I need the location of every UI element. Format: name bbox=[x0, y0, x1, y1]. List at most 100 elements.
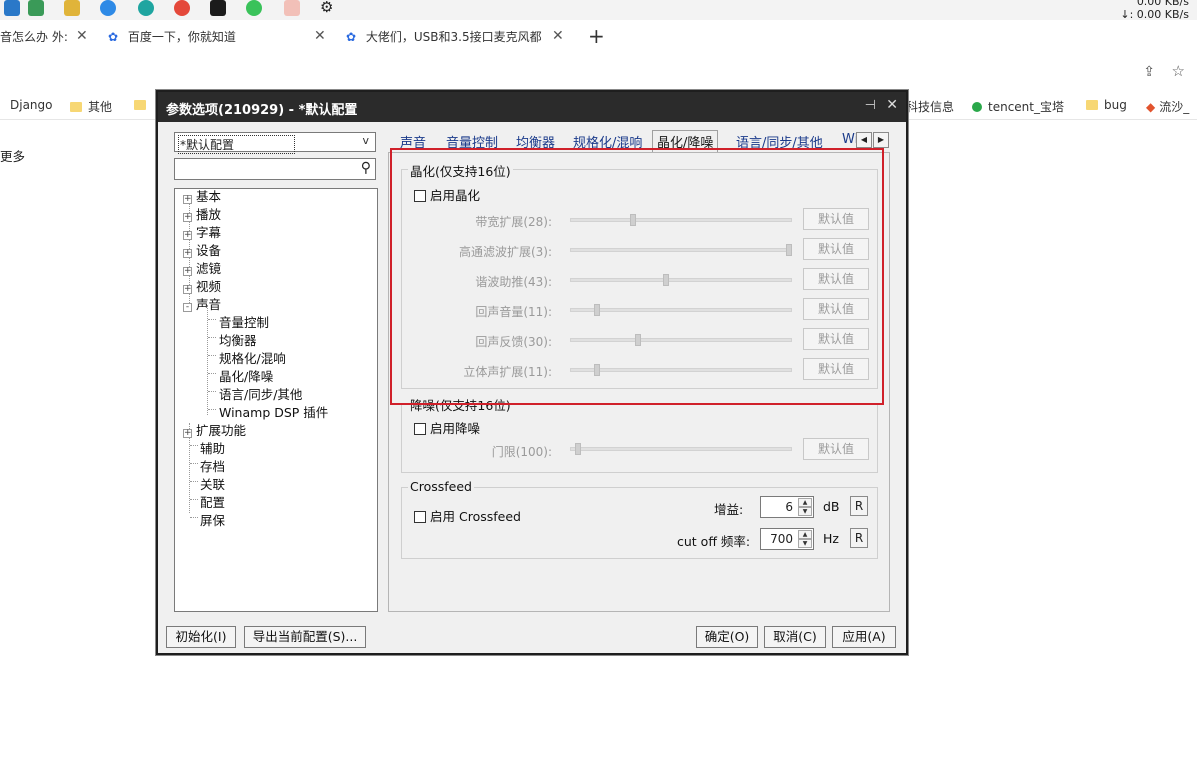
expand-icon[interactable]: + bbox=[183, 231, 192, 240]
search-icon[interactable]: ⚲ bbox=[361, 160, 371, 176]
browser-tab-3[interactable]: ✿ 大佬们，USB和3.5接口麦克风都 ✕ bbox=[346, 28, 570, 50]
tree-item-associations[interactable]: 关联 bbox=[200, 476, 225, 494]
tree-item-sound[interactable]: - 声音 bbox=[183, 296, 221, 314]
tree-line bbox=[208, 337, 216, 338]
pin-icon[interactable]: ⊣ bbox=[865, 98, 876, 113]
tab-label: 百度一下，你就知道 bbox=[127, 30, 236, 44]
new-tab-button[interactable]: + bbox=[588, 24, 605, 48]
tree-item-config[interactable]: 配置 bbox=[200, 494, 225, 512]
tree-item-playback[interactable]: + 播放 bbox=[183, 206, 221, 224]
enable-crossfeed-checkbox[interactable]: 启用 Crossfeed bbox=[414, 506, 521, 525]
expand-icon[interactable]: + bbox=[183, 249, 192, 258]
tab-prev-icon[interactable]: ◀ bbox=[856, 132, 872, 148]
tree-item-volume[interactable]: 音量控制 bbox=[219, 314, 269, 332]
folder-icon bbox=[70, 102, 82, 112]
increment-icon[interactable]: ▲ bbox=[798, 530, 812, 539]
bookmark-tencent[interactable]: tencent_宝塔 bbox=[972, 98, 1064, 115]
gain-reset-button[interactable]: R bbox=[850, 496, 868, 516]
tab-label: 大佬们，USB和3.5接口麦克风都 bbox=[365, 30, 542, 44]
close-icon[interactable]: ✕ bbox=[314, 28, 326, 44]
tree-line bbox=[208, 409, 216, 410]
share-icon[interactable]: ⇪ bbox=[1143, 64, 1155, 80]
bookmark-liusha[interactable]: ◆ 流沙_ bbox=[1146, 98, 1189, 115]
bookmark-other[interactable]: 其他 bbox=[70, 98, 112, 115]
expand-icon[interactable]: + bbox=[183, 195, 192, 204]
bookmark-django[interactable]: Django bbox=[10, 98, 53, 112]
threshold-default-button[interactable]: 默认值 bbox=[803, 438, 869, 460]
tab-next-icon[interactable]: ▶ bbox=[873, 132, 889, 148]
expand-icon[interactable]: + bbox=[183, 429, 192, 438]
tree-item-crystal[interactable]: 晶化/降噪 bbox=[219, 368, 273, 386]
more-link[interactable]: 更多 bbox=[0, 146, 25, 165]
pycharm-icon[interactable] bbox=[210, 0, 226, 16]
folder-icon[interactable] bbox=[134, 98, 152, 112]
tree-item-normalize[interactable]: 规格化/混响 bbox=[219, 350, 286, 368]
tree-item-filters[interactable]: + 滤镜 bbox=[183, 260, 221, 278]
toolbar: ⇪ ☆ bbox=[0, 56, 1197, 90]
app-icon-5[interactable] bbox=[284, 0, 300, 16]
tree-item-basic[interactable]: + 基本 bbox=[183, 188, 221, 206]
gear-icon[interactable]: ⚙ bbox=[320, 0, 336, 16]
slider-thumb[interactable] bbox=[575, 443, 582, 455]
app-icon-2[interactable] bbox=[28, 0, 44, 16]
star-icon[interactable]: ☆ bbox=[1172, 62, 1185, 80]
browser-tabs: 音怎么办 外: ✕ ✿ 百度一下，你就知道 ✕ ✿ 大佬们，USB和3.5接口麦… bbox=[0, 22, 1197, 54]
gain-label: 增益: bbox=[714, 502, 744, 517]
tree-line bbox=[190, 517, 198, 518]
app-icon-1[interactable] bbox=[4, 0, 20, 16]
tree-item-assist[interactable]: 辅助 bbox=[200, 440, 225, 458]
edge-icon[interactable] bbox=[138, 0, 154, 16]
init-button[interactable]: 初始化(I) bbox=[166, 626, 236, 648]
baidu-icon: ✿ bbox=[108, 30, 119, 44]
gain-stepper[interactable]: 6 ▲ ▼ bbox=[760, 496, 814, 518]
threshold-slider[interactable] bbox=[570, 447, 792, 451]
increment-icon[interactable]: ▲ bbox=[798, 498, 812, 507]
collapse-icon[interactable]: - bbox=[183, 303, 192, 312]
bookmark-tech-info[interactable]: 科技信息 bbox=[906, 98, 954, 115]
threshold-label: 门限(100): bbox=[491, 445, 552, 459]
apply-button[interactable]: 应用(A) bbox=[832, 626, 896, 648]
tree-line bbox=[208, 355, 216, 356]
enable-denoise-checkbox[interactable]: 启用降噪 bbox=[414, 418, 480, 437]
expand-icon[interactable]: + bbox=[183, 213, 192, 222]
tree-item-label: 声音 bbox=[196, 297, 222, 312]
profile-select[interactable]: *默认配置 v bbox=[174, 132, 376, 154]
close-icon[interactable]: ✕ bbox=[76, 28, 88, 44]
gain-value: 6 bbox=[785, 500, 793, 514]
browser-tab-2[interactable]: ✿ 百度一下，你就知道 ✕ bbox=[108, 28, 330, 50]
close-icon[interactable]: ✕ bbox=[552, 28, 564, 44]
cutoff-stepper[interactable]: 700 ▲ ▼ bbox=[760, 528, 814, 550]
tree-item-label: 视频 bbox=[196, 279, 222, 294]
tree-item-devices[interactable]: + 设备 bbox=[183, 242, 221, 260]
checkbox-icon bbox=[414, 423, 426, 435]
tree-item-language[interactable]: 语言/同步/其他 bbox=[219, 386, 302, 404]
tree-item-subtitles[interactable]: + 字幕 bbox=[183, 224, 221, 242]
export-config-button[interactable]: 导出当前配置(S)... bbox=[244, 626, 366, 648]
tree-item-extensions[interactable]: + 扩展功能 bbox=[183, 422, 246, 440]
tree-item-archive[interactable]: 存档 bbox=[200, 458, 225, 476]
title-bar[interactable]: 参数选项(210929) - *默认配置 ⊣ ✕ bbox=[158, 92, 906, 122]
tree-item-label: 滤镜 bbox=[196, 261, 222, 276]
search-field[interactable]: ⚲ bbox=[174, 158, 376, 180]
browser-tab-1[interactable]: 音怎么办 外: ✕ bbox=[0, 28, 96, 50]
highlight-box bbox=[390, 148, 884, 405]
bookmark-bug[interactable]: bug bbox=[1086, 98, 1127, 112]
tree-item-screensaver[interactable]: 屏保 bbox=[200, 512, 225, 530]
search-input[interactable] bbox=[178, 160, 348, 178]
tree-item-winamp-dsp[interactable]: Winamp DSP 插件 bbox=[219, 404, 328, 422]
tree-item-equalizer[interactable]: 均衡器 bbox=[219, 332, 257, 350]
close-icon[interactable]: ✕ bbox=[886, 97, 898, 113]
decrement-icon[interactable]: ▼ bbox=[798, 539, 812, 548]
app-icon-4[interactable] bbox=[100, 0, 116, 16]
tree-item-video[interactable]: + 视频 bbox=[183, 278, 221, 296]
decrement-icon[interactable]: ▼ bbox=[798, 507, 812, 516]
expand-icon[interactable]: + bbox=[183, 285, 192, 294]
tab-label: 音怎么办 外: bbox=[0, 30, 68, 44]
expand-icon[interactable]: + bbox=[183, 267, 192, 276]
chrome-icon[interactable] bbox=[174, 0, 190, 16]
app-icon-wechat[interactable] bbox=[246, 0, 262, 16]
ok-button[interactable]: 确定(O) bbox=[696, 626, 758, 648]
cancel-button[interactable]: 取消(C) bbox=[764, 626, 826, 648]
app-icon-3[interactable] bbox=[64, 0, 80, 16]
cutoff-reset-button[interactable]: R bbox=[850, 528, 868, 548]
